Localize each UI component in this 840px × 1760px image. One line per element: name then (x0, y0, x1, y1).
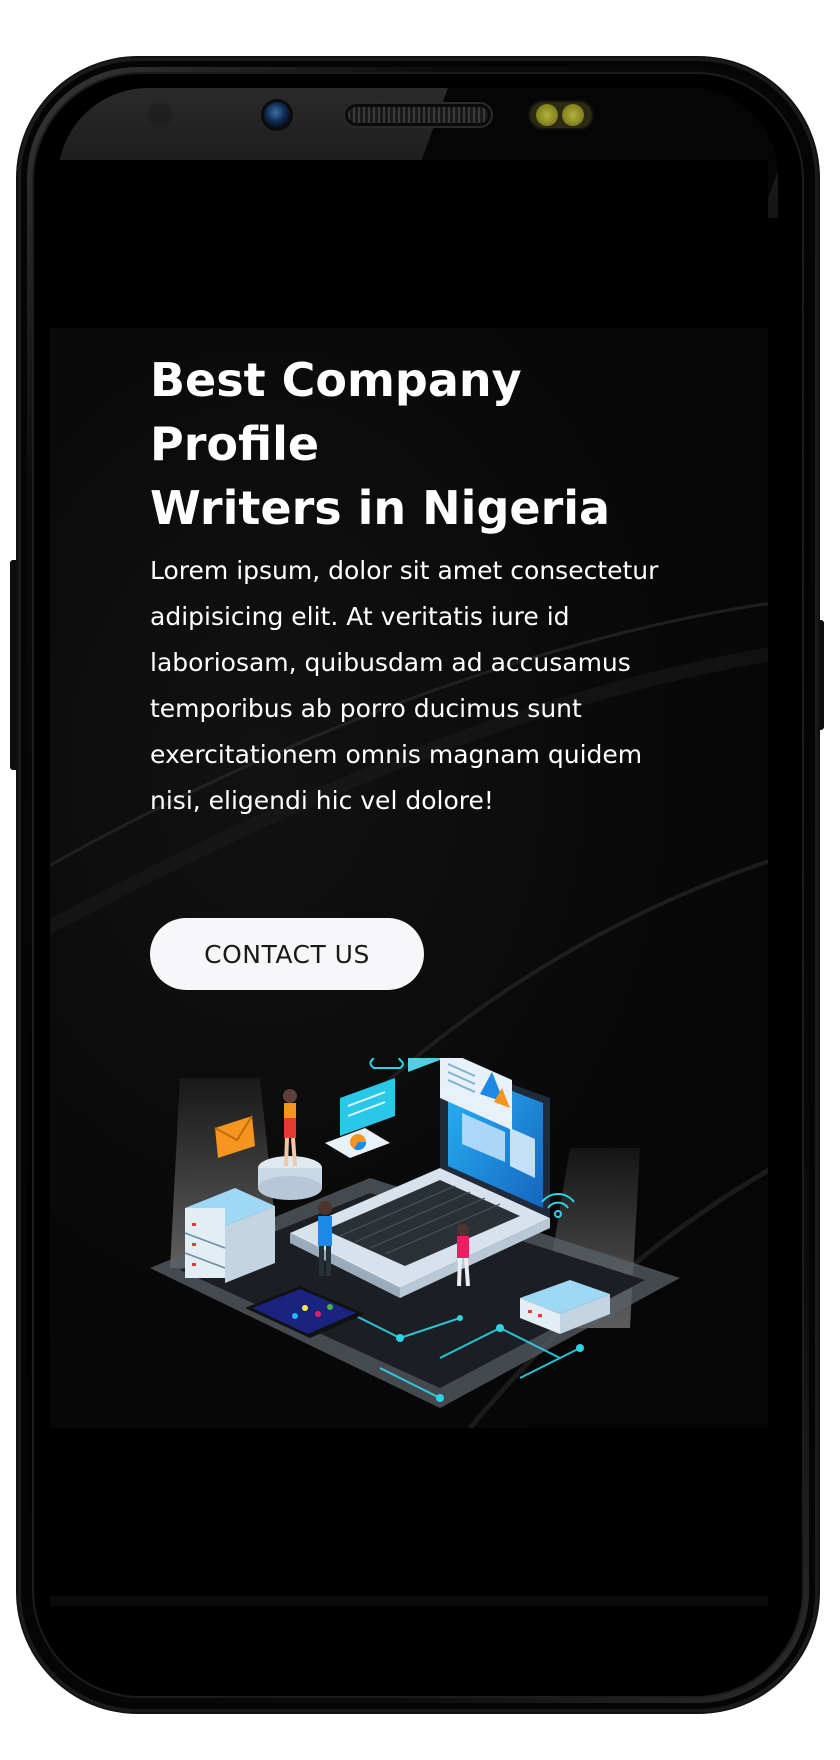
front-flash-icon (528, 100, 594, 130)
proximity-sensor (148, 103, 172, 127)
hero-description: Lorem ipsum, dolor sit amet consectetur … (150, 556, 659, 815)
phone-screen: Best Company Profile Writers in Nigeria … (50, 160, 768, 1596)
title-line-1: Best Company (150, 353, 522, 407)
front-camera-icon (264, 102, 290, 128)
bottom-bezel (50, 1596, 768, 1606)
title-line-3: Writers in Nigeria (150, 481, 611, 535)
hero-section: Best Company Profile Writers in Nigeria … (50, 328, 768, 1428)
earpiece-speaker (345, 104, 491, 126)
device-mockup: Best Company Profile Writers in Nigeria … (0, 0, 840, 1760)
title-line-2: Profile (150, 417, 320, 471)
isometric-tech-laptop-illustration (150, 1058, 680, 1408)
page-title: Best Company Profile Writers in Nigeria (150, 348, 650, 540)
contact-us-button[interactable]: CONTACT US (150, 918, 424, 990)
